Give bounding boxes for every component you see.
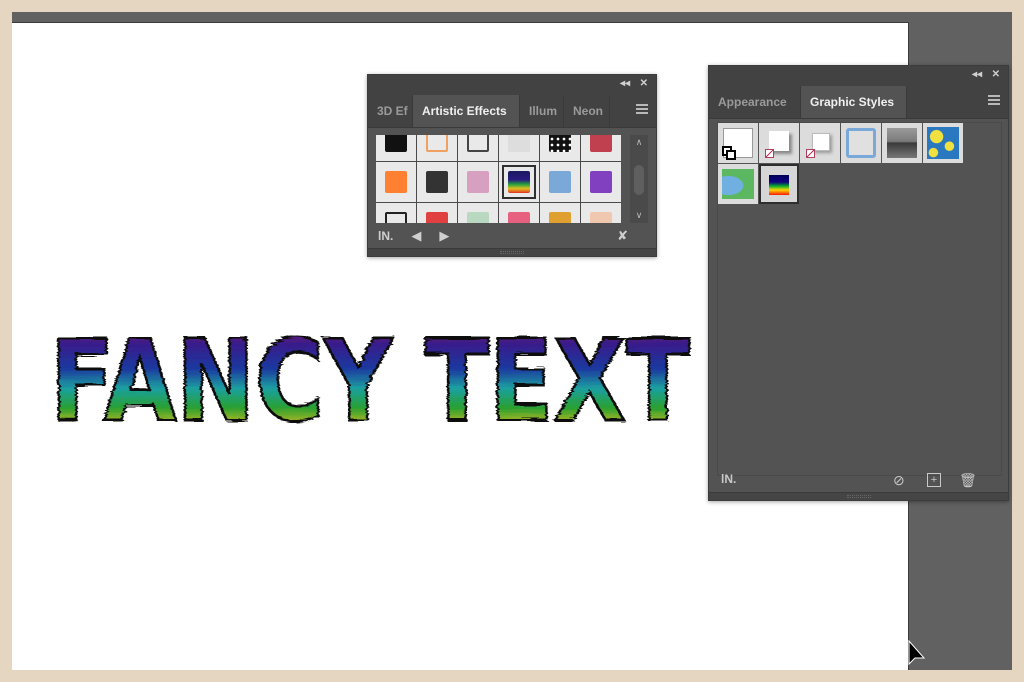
swatch-thumbnail [385,212,407,223]
swatch-thumbnail [385,135,407,152]
swatch-red-splatter[interactable] [417,203,457,223]
break-link-icon[interactable]: ✘ [617,228,628,244]
swatch-thumbnail [590,212,612,223]
swatch-pink-bevel[interactable] [458,162,498,202]
new-graphic-style-icon[interactable]: + [927,473,941,487]
swatch-orange-texture[interactable] [540,203,580,223]
tab-label: Appearance [718,95,787,109]
swatch-black-dots[interactable] [540,135,580,161]
swatch-thumbnail [590,135,612,152]
swatch-light-grey-blur[interactable] [499,135,539,161]
swatch-rough-square-stroke[interactable] [458,135,498,161]
close-icon[interactable]: ✕ [992,69,1000,80]
panel-tabs: 3D Ef Artistic Effects Illum Neon [368,95,656,128]
tab-label: Illum [529,104,558,118]
panel-title-bar[interactable]: ◂◂ ✕ [709,66,1008,86]
swatch-thumbnail [426,135,448,152]
swatch-thumbnail [467,135,489,152]
swatch-thumbnail [549,135,571,152]
mouse-cursor-icon [908,640,926,666]
swatch-orange-watercolor[interactable] [376,162,416,202]
swatch-thumbnail [508,212,530,223]
tab-label: Graphic Styles [810,95,895,109]
panel-footer: lN. ⊘ + 🗑︎ [709,468,1008,494]
triangle-right-icon[interactable]: ▶ [439,228,449,244]
tab-3d-effects[interactable]: 3D Ef [368,95,413,127]
swatch-thumbnail [508,135,530,152]
swatch-scribble-black[interactable] [417,162,457,202]
fancy-text: FANCY TEXT [50,318,690,430]
graphic-style-default[interactable] [718,123,758,163]
hamburger-menu-icon[interactable] [636,104,648,114]
graphic-style-rainbow-scratch[interactable] [759,164,799,204]
graphic-styles-list [717,122,1002,476]
scroll-up-icon[interactable]: ∧ [630,137,648,148]
swatch-hexagon-mosaic[interactable] [540,162,580,202]
artistic-effects-panel: ◂◂ ✕ 3D Ef Artistic Effects Illum Neon ∧… [367,74,657,257]
swatch-peach-blur[interactable] [581,203,621,223]
tab-illuminate[interactable]: Illum [520,95,564,127]
swatch-orange-corner-stroke[interactable] [417,135,457,161]
panel-footer: lN. ◀ ▶ ✘ [368,223,656,249]
tab-label: Artistic Effects [422,104,507,118]
swatch-colorful-pop[interactable] [499,203,539,223]
graphic-style-green-blue-pattern[interactable] [718,164,758,204]
tab-artistic-effects[interactable]: Artistic Effects [413,95,520,127]
panel-tabs: Appearance Graphic Styles [709,86,1008,119]
swatch-pastel-blur[interactable] [458,203,498,223]
panel-title-bar[interactable]: ◂◂ ✕ [368,75,656,95]
tab-neon[interactable]: Neon [564,95,610,127]
swatch-thumbnail [426,212,448,223]
graphic-style-yellow-blue-pattern[interactable] [923,123,963,163]
graphic-style-blue-outline[interactable] [841,123,881,163]
swatch-thumbnail [467,212,489,223]
scrollbar[interactable]: ∧ ∨ [630,135,648,223]
graphic-style-drop-shadow-small[interactable] [800,123,840,163]
swatch-thumbnail [590,171,612,193]
scrollbar-thumb[interactable] [634,165,644,195]
library-icon[interactable]: lN. [378,229,393,243]
tab-graphic-styles[interactable]: Graphic Styles [801,86,907,118]
swatch-thumbnail [549,171,571,193]
graphic-styles-panel: ◂◂ ✕ Appearance Graphic Styles lN. ⊘ + 🗑… [708,65,1009,501]
swatch-thumbnail [385,171,407,193]
tab-label: Neon [573,104,603,118]
swatch-rainbow-scratch[interactable] [499,162,539,202]
double-chevron-left-icon[interactable]: ◂◂ [620,78,630,89]
trash-icon[interactable]: 🗑︎ [959,472,977,489]
graphic-style-drop-shadow[interactable] [759,123,799,163]
swatch-thumbnail [426,171,448,193]
panel-resize-handle[interactable] [368,248,656,256]
swatch-thumbnail [549,212,571,223]
swatch-red-texture[interactable] [581,135,621,161]
swatch-thumbnail [508,171,530,193]
fancy-text-artwork[interactable]: FANCY TEXT [46,316,696,449]
tab-label: 3D Ef [377,104,408,118]
swatch-thumbnail [467,171,489,193]
library-icon[interactable]: lN. [721,472,736,486]
tab-appearance[interactable]: Appearance [709,86,801,118]
scroll-down-icon[interactable]: ∨ [630,210,648,221]
panel-resize-handle[interactable] [709,492,1008,500]
triangle-left-icon[interactable]: ◀ [411,228,421,244]
swatch-rough-white-frame[interactable] [376,203,416,223]
graphic-style-grey-gradient[interactable] [882,123,922,163]
swatch-black-fill[interactable] [376,135,416,161]
swatch-purple-brush[interactable] [581,162,621,202]
double-chevron-left-icon[interactable]: ◂◂ [972,69,982,80]
close-icon[interactable]: ✕ [640,78,648,89]
hamburger-menu-icon[interactable] [988,95,1000,105]
swatch-grid [376,135,621,223]
break-link-to-graphic-style-icon[interactable]: ⊘ [893,472,905,489]
